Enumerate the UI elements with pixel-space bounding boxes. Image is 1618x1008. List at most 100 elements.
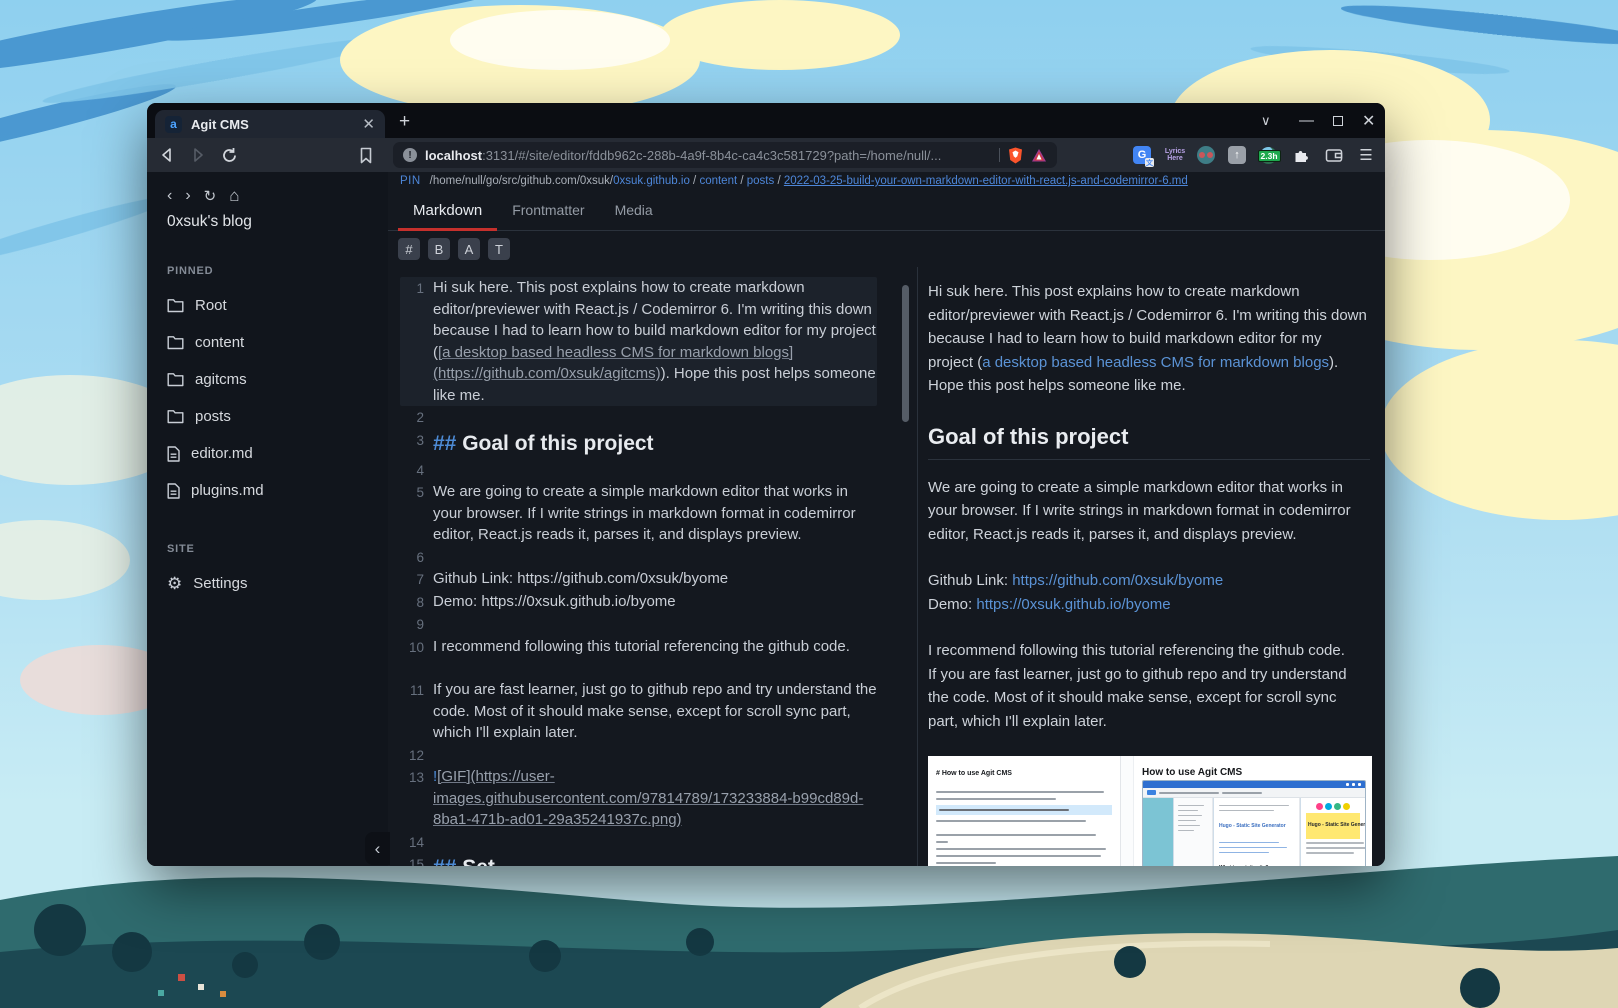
sidebar-item-content[interactable]: content: [167, 324, 388, 361]
sidebar-item-posts[interactable]: posts: [167, 398, 388, 435]
tab-media[interactable]: Media: [600, 190, 668, 230]
nav-forward-icon[interactable]: ›: [185, 187, 190, 205]
sidebar-item-plugins.md[interactable]: plugins.md: [167, 472, 388, 509]
format-button-#[interactable]: #: [398, 238, 420, 260]
preview-link[interactable]: a desktop based headless CMS for markdow…: [982, 354, 1329, 371]
maximize-button[interactable]: [1333, 103, 1343, 138]
sidebar: ‹ › ↻ ⌂ 0xsuk's blog PINNEDRootcontentag…: [147, 172, 388, 866]
folder-icon: [167, 298, 184, 313]
preview-link[interactable]: https://github.com/0xsuk/byome: [1012, 572, 1223, 589]
breadcrumb-text: /: [690, 175, 700, 187]
editor-line[interactable]: 2: [400, 406, 877, 429]
pin-button[interactable]: PIN: [400, 175, 421, 187]
site-info-icon[interactable]: !: [403, 148, 417, 162]
sidebar-nav: ‹ › ↻ ⌂: [167, 186, 388, 206]
file-icon: [167, 446, 180, 462]
back-button[interactable]: [155, 138, 179, 172]
tab-close-icon[interactable]: ✕: [362, 117, 375, 132]
preview-text: I recommend following this tutorial refe…: [928, 642, 1345, 659]
tab-search-chevron-icon[interactable]: ∨: [1261, 103, 1271, 138]
editor-line[interactable]: 8Demo: https://0xsuk.github.io/byome: [400, 591, 877, 614]
tab-frontmatter[interactable]: Frontmatter: [497, 190, 599, 230]
breadcrumb-path: /home/null/go/src/github.com/0xsuk/0xsuk…: [430, 175, 1188, 187]
editor-line[interactable]: 4: [400, 459, 877, 482]
new-tab-button[interactable]: +: [399, 111, 410, 133]
file-icon: [167, 483, 180, 499]
editor-line[interactable]: 15## Set: [400, 853, 877, 866]
url-bar[interactable]: ! localhost:3131/#/site/editor/fddb962c-…: [393, 142, 1057, 168]
browser-tab[interactable]: a Agit CMS ✕: [155, 110, 385, 138]
preview-text: If you are fast learner, just go to gith…: [928, 666, 1347, 730]
nav-refresh-icon[interactable]: ↻: [204, 187, 217, 205]
line-number: 11: [400, 679, 424, 744]
preview-heading: Goal of this project: [928, 424, 1370, 460]
close-window-button[interactable]: ✕: [1362, 103, 1375, 138]
line-number: 7: [400, 568, 424, 591]
editor-line[interactable]: 11If you are fast learner, just go to gi…: [400, 679, 877, 744]
split-panes: 1Hi suk here. This post explains how to …: [388, 267, 1385, 866]
editor-line[interactable]: 7Github Link: https://github.com/0xsuk/b…: [400, 568, 877, 591]
nav-back-icon[interactable]: ‹: [167, 187, 172, 205]
editor-line[interactable]: 14: [400, 831, 877, 854]
format-button-a[interactable]: A: [458, 238, 480, 260]
folder-icon: [167, 409, 184, 424]
sidebar-item-editor.md[interactable]: editor.md: [167, 435, 388, 472]
editor-line[interactable]: 3## Goal of this project: [400, 429, 877, 459]
preview-link[interactable]: https://0xsuk.github.io/byome: [976, 596, 1170, 613]
breadcrumb-link[interactable]: content: [699, 175, 737, 187]
agitcms-app: ‹ › ↻ ⌂ 0xsuk's blog PINNEDRootcontentag…: [147, 172, 1385, 866]
line-number: 12: [400, 744, 424, 767]
editor-line[interactable]: 10I recommend following this tutorial re…: [400, 636, 877, 659]
brave-wallet-icon[interactable]: [1321, 138, 1347, 172]
menu-icon[interactable]: ☰: [1353, 138, 1379, 172]
sidebar-collapse-button[interactable]: ‹: [365, 832, 390, 865]
breadcrumb-link[interactable]: 2022-03-25-build-your-own-markdown-edito…: [784, 175, 1188, 187]
line-number: 14: [400, 831, 424, 854]
avatar-extension-icon[interactable]: [1193, 138, 1219, 172]
preview-image: # How to use Agit CMS## Add a new siteHo…: [928, 756, 1372, 866]
brave-shield-icon[interactable]: [1008, 147, 1023, 164]
format-button-t[interactable]: T: [488, 238, 510, 260]
editor-line[interactable]: 5We are going to create a simple markdow…: [400, 481, 877, 546]
translate-extension-icon[interactable]: G文: [1129, 138, 1155, 172]
forward-button[interactable]: [186, 138, 210, 172]
preview-paragraph: Hi suk here. This post explains how to c…: [928, 280, 1370, 398]
breadcrumb-link[interactable]: posts: [747, 175, 775, 187]
editor-line[interactable]: 1Hi suk here. This post explains how to …: [400, 277, 877, 406]
markdown-preview: Hi suk here. This post explains how to c…: [917, 267, 1385, 866]
blog-title[interactable]: 0xsuk's blog: [167, 213, 388, 231]
minimize-button[interactable]: —: [1299, 103, 1314, 138]
preview-paragraph: We are going to create a simple markdown…: [928, 476, 1370, 547]
timer-badge: 2.3h: [1258, 150, 1281, 162]
line-number: 2: [400, 406, 424, 429]
sidebar-sections: PINNEDRootcontentagitcmspostseditor.mdpl…: [167, 265, 388, 602]
lyrics-extension-icon[interactable]: LyricsHere: [1162, 138, 1188, 172]
extensions-puzzle-icon[interactable]: [1288, 138, 1314, 172]
sidebar-item-root[interactable]: Root: [167, 287, 388, 324]
editor-line[interactable]: 12: [400, 744, 877, 767]
breadcrumb-link[interactable]: 0xsuk.github.io: [613, 175, 690, 187]
reload-button[interactable]: [217, 138, 241, 172]
nav-home-icon[interactable]: ⌂: [229, 186, 239, 206]
breadcrumb-text: /: [774, 175, 784, 187]
bookmark-icon[interactable]: [354, 138, 378, 172]
tab-strip: a Agit CMS ✕ + ∨ — ✕: [147, 103, 1385, 138]
editor-line[interactable]: 9: [400, 613, 877, 636]
timer-extension-icon[interactable]: 2.3h: [1255, 138, 1281, 172]
folder-icon: [167, 335, 184, 350]
upload-extension-icon[interactable]: ↑: [1224, 138, 1250, 172]
sidebar-item-settings[interactable]: ⚙Settings: [167, 565, 388, 602]
markdown-editor[interactable]: 1Hi suk here. This post explains how to …: [388, 267, 893, 866]
editor-line[interactable]: 13![GIF](https://user-images.githubuserc…: [400, 766, 877, 831]
line-number: 13: [400, 766, 424, 831]
sidebar-item-agitcms[interactable]: agitcms: [167, 361, 388, 398]
editor-line[interactable]: 6: [400, 546, 877, 569]
breadcrumb-text: /: [737, 175, 747, 187]
editor-scrollbar-thumb[interactable]: [902, 285, 909, 422]
brave-rewards-icon[interactable]: [1031, 148, 1047, 163]
line-number: 9: [400, 613, 424, 636]
tab-markdown[interactable]: Markdown: [398, 190, 497, 230]
folder-icon: [167, 372, 184, 387]
format-button-b[interactable]: B: [428, 238, 450, 260]
section-label: SITE: [167, 543, 388, 555]
